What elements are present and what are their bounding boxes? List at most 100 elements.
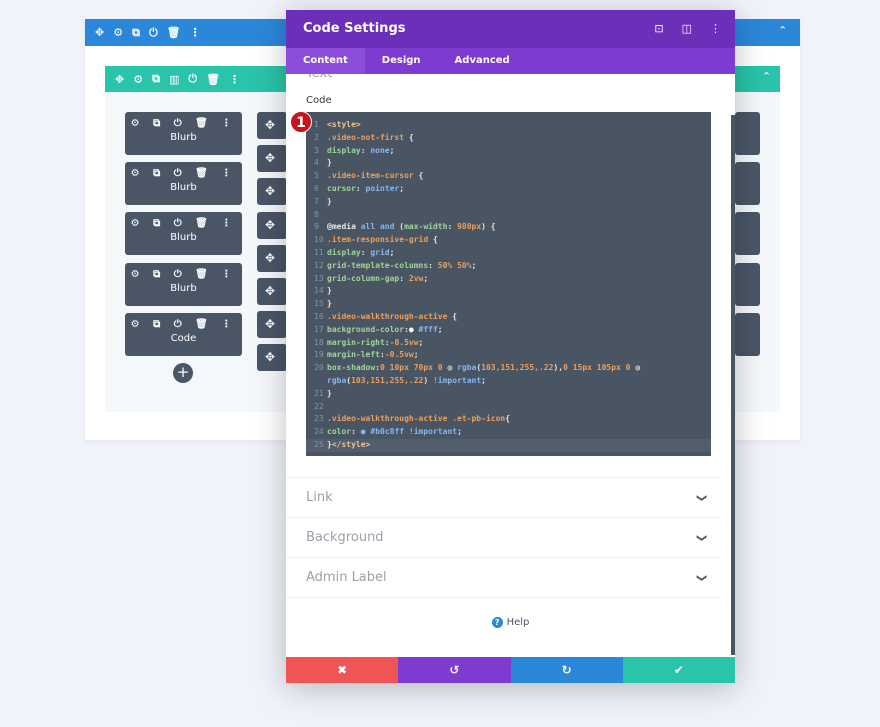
module-middle-column[interactable]: ✥ [257, 145, 287, 173]
section-collapse-icon[interactable]: ⌃ [778, 24, 787, 37]
tab-advanced[interactable]: Advanced [438, 48, 527, 74]
code-line: 20 box-shadow:0 10px 70px 0 ◎ rgba(103,15… [306, 362, 711, 375]
cancel-button[interactable]: ✖ [286, 657, 399, 683]
module-actions-icons[interactable]: ⚙ ⧉ ⏻ 🗑 ⋮ [125, 162, 242, 179]
code-token: margin-right [327, 337, 385, 347]
module-right-column[interactable] [735, 313, 760, 356]
line-number: 19 [314, 350, 324, 360]
line-number: 20 [314, 363, 324, 373]
code-token: ; [481, 375, 486, 385]
code-line: 4} [306, 157, 711, 170]
section-label: Background [306, 530, 384, 545]
tab-content[interactable]: Content [286, 48, 365, 74]
code-editor[interactable]: 1 <style> 2 .video-not-first {3 display: non… [306, 112, 711, 456]
code-token: ; [418, 337, 424, 347]
code-line: 1 <style> [306, 119, 711, 132]
row-collapse-icon[interactable]: ⌃ [762, 70, 771, 83]
code-token: ), [553, 363, 564, 373]
code-line: 19 margin-left:-0.5vw; [306, 349, 711, 362]
code-token: margin-left [327, 350, 380, 360]
module-right-column[interactable] [735, 162, 760, 205]
module-middle-column[interactable]: ✥ [257, 178, 287, 206]
module-code[interactable]: ⚙ ⧉ ⏻ 🗑 ⋮ Code [125, 313, 242, 356]
module-actions-icons[interactable]: ⚙ ⧉ ⏻ 🗑 ⋮ [125, 263, 242, 280]
duplicate-icon[interactable]: ⧉ [152, 72, 160, 86]
section-label: Link [306, 490, 333, 505]
code-token: .video-walkthrough-active [327, 311, 453, 321]
redo-button[interactable]: ↻ [510, 657, 623, 683]
module-blurb[interactable]: ⚙ ⧉ ⏻ 🗑 ⋮ Blurb [125, 263, 242, 306]
code-line: 21} [306, 388, 711, 401]
settings-icon[interactable]: ⚙ [133, 73, 143, 86]
modal-scrollbar[interactable] [731, 115, 735, 655]
code-token: 980px [457, 222, 482, 232]
module-actions-icons[interactable]: ⚙ ⧉ ⏻ 🗑 ⋮ [125, 112, 242, 129]
trash-icon[interactable]: 🗑 [206, 73, 220, 86]
module-right-column[interactable] [735, 212, 760, 255]
code-token: background-color [327, 324, 405, 334]
section-toggle-background[interactable]: Background ❯ [286, 517, 721, 557]
module-label: Blurb [170, 132, 197, 143]
line-number: 14 [314, 286, 324, 296]
more-icon[interactable]: ⋮ [229, 73, 240, 86]
code-line: 9 @media all and (max-width: 980px) { [306, 221, 711, 234]
code-field-label: Code [306, 95, 332, 106]
split-view-icon[interactable]: ◫ [682, 22, 692, 35]
save-button[interactable]: ✔ [622, 657, 735, 683]
power-icon[interactable]: ⏻ [149, 26, 158, 40]
module-middle-column[interactable]: ✥ [257, 211, 287, 239]
help-link[interactable]: ? Help [286, 617, 735, 628]
code-token: { [452, 311, 458, 321]
module-actions-icons[interactable]: ⚙ ⧉ ⏻ 🗑 ⋮ [125, 212, 242, 229]
move-icon[interactable]: ✥ [95, 26, 104, 39]
line-number: 22 [314, 401, 324, 411]
code-token: display [327, 247, 361, 257]
code-token: !important [432, 375, 482, 385]
module-right-column[interactable] [735, 263, 760, 306]
code-token: pointer [365, 183, 400, 193]
code-token: none [370, 145, 390, 155]
module-label: Code [170, 333, 197, 344]
code-line: 6 cursor: pointer; [306, 183, 711, 196]
code-token: { [505, 414, 511, 424]
module-blurb[interactable]: ⚙ ⧉ ⏻ 🗑 ⋮ Blurb [125, 112, 242, 155]
undo-button[interactable]: ↺ [398, 657, 511, 683]
section-toggle-link[interactable]: Link ❯ [286, 477, 721, 517]
code-token: ; [437, 324, 443, 334]
module-middle-column[interactable]: ✥ [257, 244, 287, 272]
module-blurb[interactable]: ⚙ ⧉ ⏻ 🗑 ⋮ Blurb [125, 212, 242, 255]
trash-icon[interactable]: 🗑 [167, 26, 181, 39]
module-blurb[interactable]: ⚙ ⧉ ⏻ 🗑 ⋮ Blurb [125, 162, 242, 205]
tab-design[interactable]: Design [365, 48, 438, 74]
power-icon[interactable]: ⏻ [188, 72, 197, 86]
module-actions-icons[interactable]: ⚙ ⧉ ⏻ 🗑 ⋮ [125, 313, 242, 330]
module-middle-column[interactable]: ✥ [257, 311, 287, 339]
move-icon[interactable]: ✥ [115, 73, 124, 86]
code-token: : [399, 273, 409, 283]
line-number: 9 [314, 222, 319, 232]
module-middle-column[interactable]: ✥ [257, 112, 287, 139]
code-line: 18 margin-right:-0.5vw; [306, 337, 711, 350]
code-token: } [327, 196, 332, 206]
code-token: : [351, 427, 361, 437]
more-icon[interactable]: ⋮ [190, 26, 201, 39]
modal-tabs: Content Design Advanced [286, 48, 735, 74]
duplicate-icon[interactable]: ⧉ [132, 26, 140, 40]
code-token: : [428, 260, 438, 270]
module-middle-column[interactable]: ✥ [257, 278, 287, 305]
code-token: .video-item-cursor [327, 171, 419, 181]
module-right-column[interactable] [735, 112, 760, 155]
columns-icon[interactable]: ▥ [169, 73, 179, 86]
code-token: ● [360, 427, 371, 437]
code-token: .item-responsive-grid [327, 235, 433, 245]
line-number: 3 [314, 145, 319, 155]
line-number: 12 [314, 260, 324, 270]
code-token: rgba [327, 375, 347, 385]
add-module-button[interactable]: + [173, 363, 193, 383]
fullscreen-icon[interactable]: ⊡ [654, 22, 663, 35]
more-options-icon[interactable]: ⋮ [710, 22, 721, 35]
code-token: ) [423, 375, 433, 385]
settings-icon[interactable]: ⚙ [113, 26, 123, 39]
module-middle-column[interactable]: ✥ [257, 344, 287, 372]
section-toggle-admin-label[interactable]: Admin Label ❯ [286, 557, 721, 597]
